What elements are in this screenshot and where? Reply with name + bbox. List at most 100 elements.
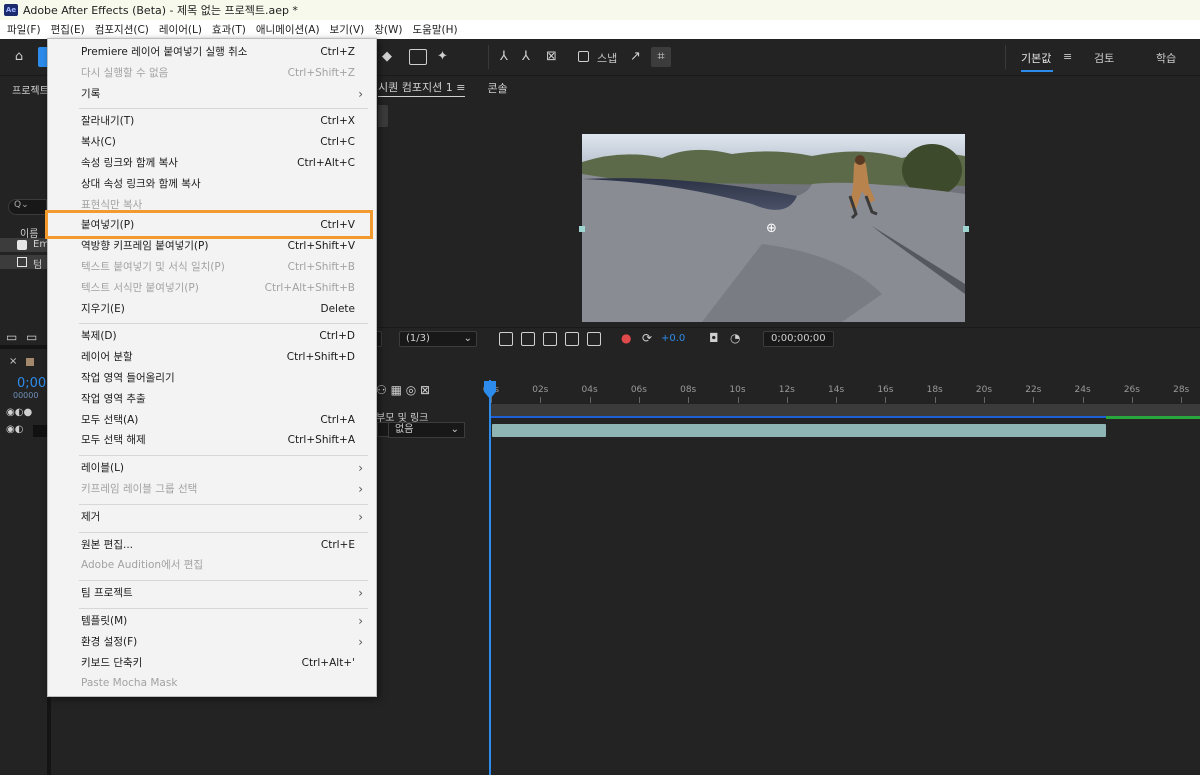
view-axis-icon[interactable]: ⊠ <box>546 47 557 67</box>
menu-item-label: 상대 속성 링크와 함께 복사 <box>81 177 201 190</box>
title-bar: Ae Adobe After Effects (Beta) - 제목 없는 프로… <box>0 0 1200 20</box>
work-area-bar[interactable] <box>491 404 1200 416</box>
close-tab-icon[interactable]: × <box>9 356 17 367</box>
snapshot-icon[interactable]: ◘ <box>709 331 719 345</box>
submenu-arrow-icon: › <box>358 614 363 628</box>
menu-separator <box>79 503 368 505</box>
menubar-item-4[interactable]: 효과(T) <box>212 22 246 37</box>
edit-menu-item[interactable]: 모두 선택 해제 Ctrl+Shift+A <box>81 431 355 449</box>
menu-item-label: 텍스트 서식만 붙여넣기(P) <box>81 281 199 294</box>
ruler-tick: 28s <box>1173 385 1190 395</box>
edit-menu-item[interactable]: 상대 속성 링크와 함께 복사 <box>81 175 355 193</box>
transparency-grid-icon[interactable] <box>521 332 535 346</box>
lock-toggle[interactable] <box>33 425 47 437</box>
project-search-input[interactable]: Q⌄ <box>8 199 47 215</box>
roto-brush-icon[interactable] <box>409 49 427 65</box>
world-axis-icon[interactable]: ⅄ <box>522 47 530 67</box>
guides-icon[interactable] <box>587 332 601 346</box>
edit-menu-item[interactable]: 팀 프로젝트 › <box>81 584 363 602</box>
timeline-tool-icons[interactable]: ⚇ ▦ ◎ ⊠ <box>376 383 430 397</box>
tab-composition[interactable]: 시퀀 컴포지션 1 ≡ <box>378 79 466 97</box>
menu-separator <box>79 323 368 325</box>
fast-preview-icon[interactable] <box>499 332 513 346</box>
ruler-tick-mark <box>885 397 887 403</box>
channel-icon[interactable]: ● <box>621 331 631 345</box>
region-of-interest-icon[interactable] <box>565 332 579 346</box>
edit-menu-item[interactable]: 키보드 단축키 Ctrl+Alt+' <box>81 654 355 672</box>
menubar-item-6[interactable]: 보기(V) <box>330 22 365 37</box>
menubar-item-8[interactable]: 도움말(H) <box>413 22 458 37</box>
frame-handle-left[interactable] <box>579 226 585 232</box>
edit-menu-item[interactable]: 레이블(L) › <box>81 459 363 477</box>
anchor-point-icon[interactable]: ⊕ <box>766 221 777 236</box>
exposure-value[interactable]: +0.0 <box>661 333 685 344</box>
ruler-tick-mark <box>1033 397 1035 403</box>
menu-item-label: 복사(C) <box>81 136 116 149</box>
menubar-item-2[interactable]: 컴포지션(C) <box>95 22 149 37</box>
timeline-current-time[interactable]: 0;00; <box>17 376 51 391</box>
home-icon[interactable]: ⌂ <box>9 47 29 67</box>
composition-item-icon <box>17 240 27 250</box>
snap-grid-icon[interactable]: ⌗ <box>651 47 671 67</box>
edit-menu-item[interactable]: Premiere 레이어 붙여넣기 실행 취소 Ctrl+Z <box>81 43 355 61</box>
menu-item-label: Premiere 레이어 붙여넣기 실행 취소 <box>81 46 248 58</box>
frame-handle-right[interactable] <box>963 226 969 232</box>
menubar-item-7[interactable]: 창(W) <box>374 22 402 37</box>
menubar-item-0[interactable]: 파일(F) <box>7 22 41 37</box>
reset-exposure-icon[interactable]: ⟳ <box>642 331 652 345</box>
edit-menu-item[interactable]: 작업 영역 추출 <box>81 390 355 408</box>
layer-switches-icon[interactable]: ◉◐ <box>6 424 23 435</box>
edit-menu-item[interactable]: 원본 편집... Ctrl+E <box>81 536 355 554</box>
edit-menu-item[interactable]: 역방향 키프레임 붙여넣기(P) Ctrl+Shift+V <box>81 237 355 255</box>
snap-checkbox[interactable] <box>578 51 589 62</box>
edit-menu-item[interactable]: 모두 선택(A) Ctrl+A <box>81 411 355 429</box>
menubar-item-1[interactable]: 편집(E) <box>51 22 85 37</box>
parent-dropdown[interactable]: 없음 ⌄ <box>388 422 465 438</box>
menubar-item-5[interactable]: 애니메이션(A) <box>256 22 320 37</box>
edit-menu-item[interactable]: 작업 영역 들어올리기 <box>81 369 355 387</box>
viewer-control-bar: (1/3) ⌄ ● ⟳ +0.0 ◘ ◔ 0;00;00;00 <box>372 327 1200 349</box>
time-ruler[interactable]: 00s02s04s06s08s10s12s14s16s18s20s22s24s2… <box>483 385 1200 403</box>
menu-item-label: 원본 편집... <box>81 538 133 551</box>
menu-separator <box>79 455 368 457</box>
resolution-dropdown[interactable]: (1/3) ⌄ <box>399 331 477 347</box>
submenu-arrow-icon: › <box>358 461 363 476</box>
project-item-2[interactable]: 텀 <box>33 256 42 271</box>
interpret-footage-icon[interactable]: ▭ <box>6 330 17 344</box>
edit-menu-item[interactable]: 환경 설정(F) › <box>81 633 363 651</box>
edit-menu-item[interactable]: 속성 링크와 함께 복사 Ctrl+Alt+C <box>81 154 355 172</box>
workspace-default[interactable]: 기본값 <box>1021 50 1054 72</box>
mask-visibility-icon[interactable] <box>543 332 557 346</box>
ruler-tick: 16s <box>877 385 894 395</box>
new-folder-icon[interactable]: ▭ <box>26 330 37 344</box>
menu-item-shortcut: Ctrl+Alt+Shift+B <box>264 281 355 294</box>
menubar-item-3[interactable]: 레이어(L) <box>159 22 202 37</box>
tab-console[interactable]: 콘솔 <box>487 80 507 96</box>
edit-menu-item[interactable]: 기록 › <box>81 85 363 103</box>
edit-menu-item[interactable]: 레이어 분할 Ctrl+Shift+D <box>81 348 355 366</box>
menu-item-label: 키프레임 레이블 그룹 선택 <box>81 483 198 495</box>
workspace-learn[interactable]: 학습 <box>1156 50 1176 66</box>
edit-menu-item[interactable]: 복사(C) Ctrl+C <box>81 133 355 151</box>
composition-viewer: 시퀀 컴포지션 1 ≡ 콘솔 ⊕ (1/3) ⌄ ● ⟳ +0.0 ◘ ◔ 0;… <box>372 77 1200 349</box>
layer-clip[interactable] <box>492 424 1106 437</box>
edit-menu-item[interactable]: 잘라내기(T) Ctrl+X <box>81 112 355 130</box>
eraser-tool-icon[interactable]: ◆ <box>382 47 392 67</box>
current-time-display[interactable]: 0;00;00;00 <box>763 331 834 347</box>
menu-bar: 파일(F) 편집(E) 컴포지션(C) 레이어(L) 효과(T) 애니메이션(A) 보기(V… <box>0 20 1200 39</box>
puppet-pin-icon[interactable]: ✦ <box>437 47 448 67</box>
playhead-line[interactable] <box>489 380 491 775</box>
snap-arrow-icon[interactable]: ↗ <box>630 47 641 67</box>
edit-menu-item[interactable]: 제거 › <box>81 508 363 526</box>
workspace-review[interactable]: 검토 <box>1094 50 1114 66</box>
local-axis-icon[interactable]: ⅄ <box>500 47 508 67</box>
edit-menu-item[interactable]: 복제(D) Ctrl+D <box>81 327 355 345</box>
comp-flow-button[interactable] <box>378 105 388 127</box>
project-tab[interactable]: 프로젝트 <box>12 82 49 97</box>
edit-menu-item[interactable]: 지우기(E) Delete <box>81 300 355 318</box>
show-snapshot-icon[interactable]: ◔ <box>730 331 740 345</box>
workspace-menu-icon[interactable]: ≡ <box>1063 50 1072 63</box>
edit-menu-item[interactable]: 붙여넣기(P) Ctrl+V <box>81 216 355 234</box>
video-toggle-icon[interactable]: ◉◐● <box>6 407 32 418</box>
edit-menu-item[interactable]: 템플릿(M) › <box>81 612 363 630</box>
